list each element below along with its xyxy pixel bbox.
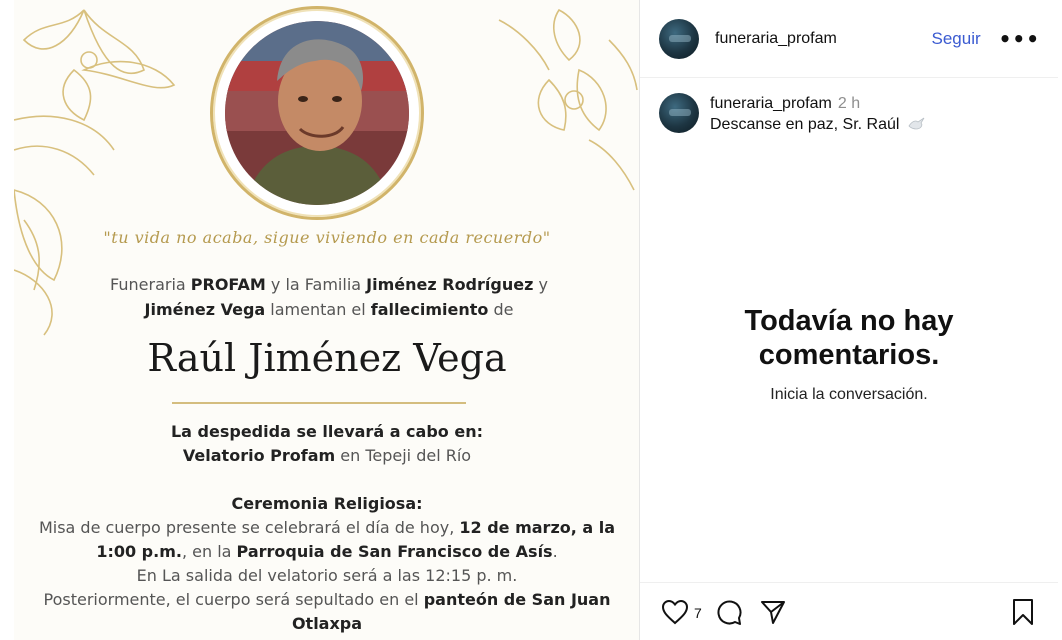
bookmark-icon	[1013, 598, 1033, 625]
action-bar: 7	[640, 582, 1058, 640]
announcement-text: Funeraria PROFAM y la Familia Jiménez Ro…	[110, 275, 548, 319]
portrait-photo	[225, 21, 409, 205]
header-username[interactable]: funeraria_profam	[715, 30, 837, 48]
caption-username[interactable]: funeraria_profam	[710, 95, 832, 112]
share-button[interactable]	[758, 597, 788, 627]
post-caption: funeraria_profam 2 h Descanse en paz, Sr.…	[640, 78, 1058, 135]
follow-button[interactable]: Seguir	[932, 29, 981, 49]
comment-button[interactable]	[714, 597, 744, 627]
save-button[interactable]	[1008, 597, 1038, 627]
caption-timestamp[interactable]: 2 h	[838, 95, 860, 112]
memorial-quote: "tu vida no acaba, sigue viviendo en cad…	[103, 228, 551, 247]
ceremony-details: Ceremonia Religiosa: Misa de cuerpo pres…	[38, 494, 616, 633]
heart-icon	[661, 599, 689, 624]
farewell-details: La despedida se llevará a cabo en: Velat…	[170, 422, 483, 465]
dove-icon	[908, 117, 925, 130]
deceased-name: Raúl Jiménez Vega	[147, 336, 507, 380]
comment-icon	[717, 600, 742, 625]
like-count[interactable]: 7	[694, 605, 702, 621]
post-side-panel: funeraria_profam Seguir ••• funeraria_pr…	[640, 0, 1058, 640]
no-comments-message: Todavía no hay comentarios. Inicia la co…	[640, 304, 1058, 404]
like-button[interactable]	[660, 597, 690, 627]
start-conversation-text: Inicia la conversación.	[770, 386, 928, 403]
portrait-frame	[210, 6, 424, 220]
avatar[interactable]	[659, 18, 699, 59]
floral-decoration	[498, 8, 638, 191]
caption-text: Descanse en paz, Sr. Raúl	[710, 116, 900, 133]
no-comments-title: Todavía no hay comentarios.	[744, 305, 954, 371]
send-icon	[760, 600, 785, 624]
floral-decoration	[14, 9, 176, 176]
post-image[interactable]: "tu vida no acaba, sigue viviendo en cad…	[14, 0, 640, 640]
post-header: funeraria_profam Seguir •••	[640, 0, 1058, 78]
divider	[172, 402, 466, 404]
more-options-icon[interactable]: •••	[999, 29, 1040, 49]
avatar[interactable]	[659, 93, 699, 133]
